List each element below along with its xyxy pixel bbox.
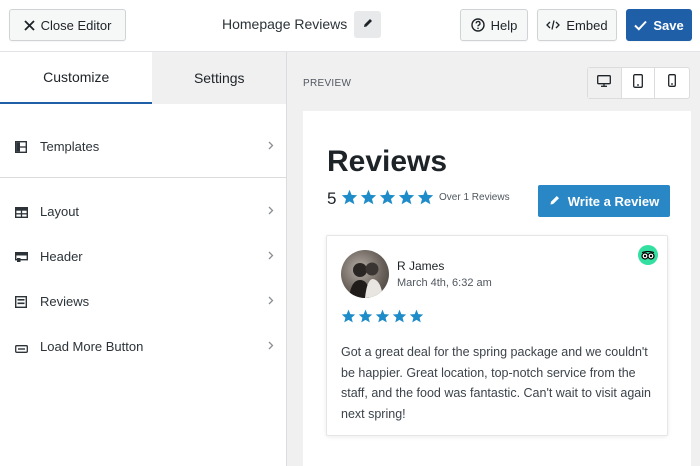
sidebar-item-label: Layout (40, 203, 80, 219)
tab-settings[interactable]: Settings (152, 52, 286, 104)
checkmark-icon (634, 20, 648, 31)
review-card: R James March 4th, 6:32 am Got a great d… (326, 235, 668, 436)
edit-title-button[interactable] (354, 11, 381, 38)
load-more-icon (15, 340, 28, 353)
review-stars (341, 309, 424, 328)
code-icon (546, 19, 561, 31)
close-icon (23, 19, 35, 31)
desktop-view-button[interactable] (588, 68, 622, 98)
star-icon (379, 189, 396, 210)
embed-label: Embed (566, 17, 608, 33)
customizer-sidebar: Customize Settings Templates Layout Head… (0, 52, 287, 466)
top-bar: Close Editor Homepage Reviews Help Embed… (0, 0, 700, 52)
close-editor-button[interactable]: Close Editor (9, 9, 126, 41)
chevron-right-icon (268, 137, 274, 155)
sidebar-item-load-more[interactable]: Load More Button (0, 326, 286, 366)
star-icon (409, 309, 424, 328)
reviewer-name: R James (397, 259, 445, 273)
star-icon (341, 189, 358, 210)
close-editor-label: Close Editor (40, 17, 112, 33)
tab-customize[interactable]: Customize (0, 52, 153, 104)
chevron-right-icon (268, 202, 274, 220)
reviews-icon (14, 295, 28, 309)
tablet-view-button[interactable] (622, 68, 656, 98)
star-icon (341, 309, 356, 328)
header-icon (14, 250, 29, 262)
desktop-icon (597, 74, 612, 92)
sidebar-item-label: Reviews (40, 293, 90, 309)
star-icon (417, 189, 434, 210)
templates-icon (14, 140, 28, 154)
sidebar-item-label: Header (40, 248, 83, 264)
reviews-heading: Reviews (327, 145, 448, 178)
sidebar-item-layout[interactable]: Layout (0, 191, 286, 231)
layout-icon (14, 205, 29, 219)
write-review-button[interactable]: Write a Review (538, 185, 670, 217)
feed-title: Homepage Reviews (222, 16, 348, 32)
help-label: Help (490, 17, 518, 33)
mobile-view-button[interactable] (655, 68, 689, 98)
pencil-icon (549, 194, 561, 209)
embed-button[interactable]: Embed (537, 9, 617, 41)
write-review-label: Write a Review (567, 193, 660, 209)
star-icon (360, 189, 377, 210)
sidebar-item-label: Templates (40, 138, 100, 154)
sidebar-item-reviews[interactable]: Reviews (0, 281, 286, 321)
device-switcher (587, 67, 690, 99)
sidebar-divider (0, 177, 286, 178)
review-count: Over 1 Reviews (439, 192, 510, 203)
sidebar-item-header[interactable]: Header (0, 236, 286, 276)
chevron-right-icon (268, 337, 274, 355)
preview-canvas: Reviews 5 Over 1 Reviews Write a Review … (303, 111, 691, 466)
star-icon (375, 309, 390, 328)
average-stars (341, 189, 434, 210)
sidebar-item-label: Load More Button (40, 338, 144, 354)
mobile-icon (668, 74, 677, 92)
chevron-right-icon (268, 292, 274, 310)
avatar (341, 250, 389, 298)
star-icon (398, 189, 415, 210)
star-icon (358, 309, 373, 328)
sidebar-tabs: Customize Settings (0, 52, 286, 104)
pencil-icon (362, 16, 374, 34)
review-date: March 4th, 6:32 am (397, 277, 492, 289)
help-button[interactable]: Help (460, 9, 528, 41)
tripadvisor-icon (638, 245, 658, 265)
sidebar-item-templates[interactable]: Templates (0, 126, 286, 166)
review-text: Got a great deal for the spring package … (341, 345, 651, 421)
chevron-right-icon (268, 247, 274, 265)
preview-label: PREVIEW (303, 78, 352, 89)
save-label: Save (653, 17, 684, 33)
star-icon (392, 309, 407, 328)
save-button[interactable]: Save (626, 9, 692, 41)
average-rating: 5 (327, 189, 337, 208)
tablet-icon (633, 73, 643, 93)
help-icon (470, 18, 485, 32)
